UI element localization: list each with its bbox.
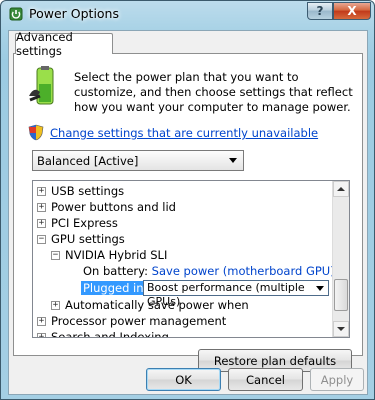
dialog-client-area: Advanced settings Select the power plan …	[8, 30, 368, 395]
uac-shield-icon	[28, 124, 44, 141]
tree-item-label: GPU settings	[51, 232, 125, 246]
plugged-in-select[interactable]: Boost performance (multiple GPUs)	[143, 280, 329, 308]
tree-scrollbar[interactable]	[332, 181, 349, 337]
chevron-down-icon	[316, 286, 324, 291]
intro-text: Select the power plan that you want to c…	[74, 70, 353, 114]
plugged-in-label: Plugged in:	[81, 281, 150, 295]
tree-item-label: PCI Express	[51, 216, 118, 230]
power-plan-select[interactable]: Balanced [Active]	[32, 150, 244, 171]
tree-item-label: Search and Indexing	[51, 330, 169, 338]
settings-tree[interactable]: + USB settings + Power buttons and lid +…	[32, 180, 350, 338]
scroll-up-button[interactable]	[333, 181, 349, 197]
window-title: Power Options	[29, 6, 119, 21]
on-battery-label: On battery:	[83, 264, 149, 278]
help-icon: ?	[316, 4, 324, 18]
collapse-icon[interactable]: −	[37, 235, 46, 244]
change-settings-link[interactable]: Change settings that are currently unava…	[50, 126, 318, 140]
advanced-settings-panel: Select the power plan that you want to c…	[13, 53, 363, 372]
apply-button[interactable]: Apply	[310, 368, 364, 391]
scroll-down-button[interactable]	[333, 321, 349, 337]
expand-icon[interactable]: +	[37, 333, 46, 337]
chevron-down-icon	[229, 158, 237, 163]
title-bar[interactable]: Power Options ? X	[1, 1, 374, 27]
tree-item-label: USB settings	[51, 184, 125, 198]
power-plan-value: Balanced [Active]	[37, 153, 139, 168]
tree-item-label: Power buttons and lid	[51, 200, 176, 214]
tree-item-label: Processor power management	[51, 314, 227, 328]
expand-icon[interactable]: +	[37, 219, 46, 228]
tree-item-on-battery[interactable]: On battery: Save power (motherboard GPU)	[83, 263, 335, 279]
on-battery-value[interactable]: Save power (motherboard GPU)	[152, 264, 335, 278]
tab-advanced-settings[interactable]: Advanced settings	[15, 30, 113, 58]
arrow-up-icon	[337, 187, 345, 191]
close-icon: X	[347, 4, 357, 18]
arrow-down-icon	[337, 327, 345, 331]
ok-button[interactable]: OK	[146, 368, 221, 391]
tree-item-plugged-in[interactable]: Plugged in:	[81, 280, 150, 296]
battery-power-icon	[29, 66, 54, 105]
expand-icon[interactable]: +	[37, 203, 46, 212]
expand-icon[interactable]: +	[37, 317, 46, 326]
tree-item-label: NVIDIA Hybrid SLI	[65, 248, 168, 262]
expand-icon[interactable]: +	[37, 187, 46, 196]
close-button[interactable]: X	[333, 2, 371, 20]
tree-item-label: Automatically save power when	[65, 298, 249, 312]
expand-icon[interactable]: +	[51, 301, 60, 310]
collapse-icon[interactable]: −	[51, 251, 60, 260]
help-button[interactable]: ?	[307, 2, 333, 20]
power-options-icon	[9, 7, 23, 21]
scroll-thumb[interactable]	[334, 279, 348, 311]
power-options-window: Power Options ? X Advanced settings Sele…	[0, 0, 375, 400]
cancel-button[interactable]: Cancel	[228, 368, 303, 391]
